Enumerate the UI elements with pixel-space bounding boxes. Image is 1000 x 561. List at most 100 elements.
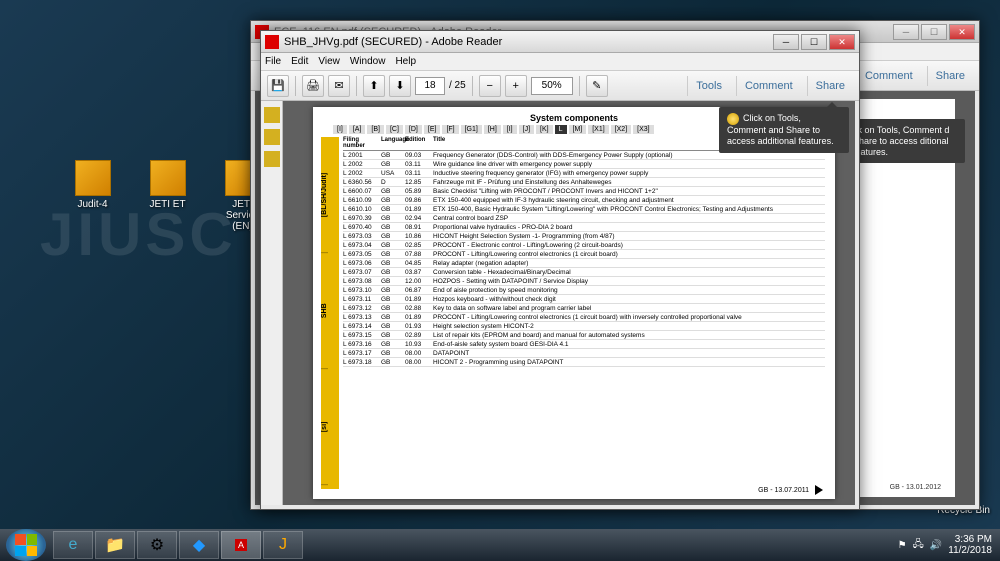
table-row: L 6973.16GB10.93End-of-aisle safety syst…: [343, 340, 825, 349]
page-down-icon[interactable]: ⬇: [389, 75, 411, 97]
index-tab: [D]: [405, 125, 422, 134]
maximize-button[interactable]: ☐: [921, 24, 947, 40]
table-row: L 6610.10GB01.89ETX 150-400, Basic Hydra…: [343, 205, 825, 214]
task-app1[interactable]: ⚙: [137, 531, 177, 559]
table-row: L 6360.56D12.85Fahrzeuge mit IF - Prüfun…: [343, 178, 825, 187]
index-tab: [X3]: [633, 125, 653, 134]
comment-link-back[interactable]: Comment: [856, 66, 921, 86]
minimize-button[interactable]: ─: [773, 34, 799, 50]
maximize-button[interactable]: ☐: [801, 34, 827, 50]
task-adobe[interactable]: A: [221, 531, 261, 559]
table-row: L 6973.13GB01.89PROCONT - Lifting/Loweri…: [343, 313, 825, 322]
zoom-in-icon[interactable]: +: [505, 75, 527, 97]
index-tab: L: [555, 125, 567, 134]
print-icon[interactable]: 🖨: [302, 75, 324, 97]
clock[interactable]: 3:36 PM 11/2/2018: [948, 534, 992, 556]
thumbnails-icon[interactable]: [264, 129, 280, 145]
bookmarks-icon[interactable]: [264, 151, 280, 167]
table-row: L 6973.08GB12.00HOZPOS - Setting with DA…: [343, 277, 825, 286]
table-row: L 2002USA03.11Inductive steering frequen…: [343, 169, 825, 178]
page-up-icon[interactable]: ⬆: [363, 75, 385, 97]
next-arrow-icon: [815, 485, 823, 495]
back-footer-date: GB - 13.01.2012: [890, 484, 941, 491]
save-icon[interactable]: 💾: [267, 75, 289, 97]
index-tab: [I]: [503, 125, 517, 134]
table-row: L 6973.04GB02.85PROCONT - Electronic con…: [343, 241, 825, 250]
section-bar: [BL/SH/Judit] SHB [si]: [321, 137, 339, 489]
index-tab: [B]: [367, 125, 384, 134]
taskbar: e 📁 ⚙ ◆ A J ⚑ 🖧 🔊 3:36 PM 11/2/2018: [0, 529, 1000, 561]
sign-icon[interactable]: ✎: [586, 75, 608, 97]
toolbar-front: 💾 🖨 ✉ ⬆ ⬇ / 25 − + ✎ Tools Comment Share: [261, 71, 859, 101]
table-row: L 6973.03GB10.86HICONT Height Selection …: [343, 232, 825, 241]
close-button[interactable]: ✕: [829, 34, 855, 50]
index-tab: [X1]: [588, 125, 608, 134]
table-row: L 6973.11GB01.89Hozpos keyboard - with/w…: [343, 295, 825, 304]
table-row: L 2002GB03.11Wire guidance line driver w…: [343, 160, 825, 169]
index-tab: [C]: [386, 125, 403, 134]
table-row: L 6600.07GB05.89Basic Checklist "Lifting…: [343, 187, 825, 196]
system-tray[interactable]: ⚑ 🖧 🔊 3:36 PM 11/2/2018: [898, 534, 1000, 556]
comment-link[interactable]: Comment: [736, 76, 801, 96]
desktop-icon-judit4[interactable]: Judit-4: [65, 160, 120, 232]
titlebar-front[interactable]: SHB_JHVg.pdf (SECURED) - Adobe Reader ─ …: [261, 31, 859, 53]
table-row: L 6610.09GB09.86ETX 150-400 equipped wit…: [343, 196, 825, 205]
zoom-out-icon[interactable]: −: [479, 75, 501, 97]
nav-sidebar: [261, 101, 283, 505]
menu-view[interactable]: View: [318, 56, 340, 67]
table-row: L 6973.05GB07.88PROCONT - Lifting/Loweri…: [343, 250, 825, 259]
page-total: / 25: [449, 80, 466, 91]
menubar-front: File Edit View Window Help: [261, 53, 859, 71]
mail-icon[interactable]: ✉: [328, 75, 350, 97]
tray-network-icon[interactable]: 🖧: [913, 537, 924, 554]
index-tab: [G1]: [461, 125, 482, 134]
menu-file[interactable]: File: [265, 56, 281, 67]
start-button[interactable]: [6, 529, 46, 561]
lightbulb-icon: [727, 113, 739, 125]
table-row: L 6973.14GB01.93Height selection system …: [343, 322, 825, 331]
table-row: L 6970.39GB02.94Central control board ZS…: [343, 214, 825, 223]
page-footer: GB - 13.07.2011: [758, 485, 823, 495]
table-row: L 6973.17GB08.00DATAPOINT: [343, 349, 825, 358]
tray-flag-icon[interactable]: ⚑: [898, 540, 907, 551]
close-button[interactable]: ✕: [949, 24, 975, 40]
pdf-icon: [265, 35, 279, 49]
lock-icon[interactable]: [264, 107, 280, 123]
hint-tooltip-back: ck on Tools, Comment d Share to access d…: [845, 119, 965, 163]
table-row: L 6973.06GB04.85Relay adapter (negation …: [343, 259, 825, 268]
index-tab: [A]: [349, 125, 366, 134]
task-explorer[interactable]: 📁: [95, 531, 135, 559]
menu-edit[interactable]: Edit: [291, 56, 308, 67]
tools-link[interactable]: Tools: [687, 76, 730, 96]
document-area[interactable]: System components NRICH [I][A][B][C][D][…: [283, 101, 855, 505]
table-row: L 6973.07GB03.87Conversion table - Hexad…: [343, 268, 825, 277]
table-row: L 6973.18GB08.00HICONT 2 - Programming u…: [343, 358, 825, 367]
adobe-reader-window-front[interactable]: SHB_JHVg.pdf (SECURED) - Adobe Reader ─ …: [260, 30, 860, 510]
task-ie[interactable]: e: [53, 531, 93, 559]
index-tab: [M]: [569, 125, 587, 134]
tray-volume-icon[interactable]: 🔊: [930, 540, 942, 551]
window-title-front: SHB_JHVg.pdf (SECURED) - Adobe Reader: [284, 36, 502, 48]
share-link[interactable]: Share: [807, 76, 853, 96]
index-tab: [E]: [424, 125, 441, 134]
pdf-page: System components NRICH [I][A][B][C][D][…: [313, 107, 835, 499]
page-number-input[interactable]: [415, 77, 445, 95]
index-tab: [H]: [484, 125, 501, 134]
desktop-icon-jeti-et[interactable]: JETI ET: [140, 160, 195, 232]
table-row: L 6970.40GB08.91Proportional valve hydra…: [343, 223, 825, 232]
index-tab: [I]: [333, 125, 347, 134]
menu-window[interactable]: Window: [350, 56, 386, 67]
table-row: L 6973.15GB02.89List of repair kits (EPR…: [343, 331, 825, 340]
index-tab: [F]: [442, 125, 458, 134]
table-row: L 6973.10GB06.87End of aisle protection …: [343, 286, 825, 295]
minimize-button[interactable]: ─: [893, 24, 919, 40]
index-tab: [X2]: [611, 125, 631, 134]
share-link-back[interactable]: Share: [927, 66, 973, 86]
index-tab: [K]: [536, 125, 553, 134]
zoom-input[interactable]: [531, 77, 573, 95]
task-teamviewer[interactable]: ◆: [179, 531, 219, 559]
hint-tooltip: Click on Tools, Comment and Share to acc…: [719, 107, 849, 153]
index-tab: [J]: [519, 125, 534, 134]
task-jeti[interactable]: J: [263, 531, 303, 559]
menu-help[interactable]: Help: [395, 56, 416, 67]
